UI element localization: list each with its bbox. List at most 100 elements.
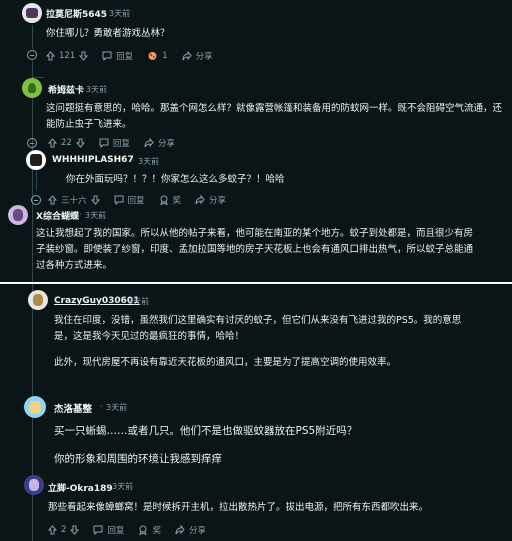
comment-body: 你住哪儿？勇敢者游戏丛林？: [46, 26, 170, 42]
downvote-icon[interactable]: [90, 195, 100, 205]
vote-count: 121: [59, 51, 76, 61]
action-bar: 三十六 回复 奖 分享: [48, 193, 240, 207]
timestamp: 3天前: [106, 403, 128, 412]
award-count: 1: [162, 51, 168, 61]
vote-group: 三十六: [48, 194, 100, 206]
comment-body: 这让我想起了我的国家。所以从他的帖子来看，他可能在南亚的某个地方。蚊子到处都是，…: [36, 226, 473, 274]
action-bar: 121 回复 1 分享: [46, 49, 227, 63]
separator-dot: ·: [132, 156, 135, 165]
share-icon: [195, 195, 205, 205]
username[interactable]: WHHHIPLASH67: [52, 155, 134, 165]
timestamp: 3天前: [112, 482, 134, 491]
separator-dot: ·: [79, 210, 82, 219]
upvote-icon[interactable]: [48, 525, 57, 535]
comment-body: 这问题挺有意思的，哈哈。那盖个网怎么样？就像露营帐篷和装备用的防蚊网一样。既不会…: [46, 101, 502, 133]
comment-body: 我住在印度，没错，虽然我们这里确实有讨厌的蚊子，但它们从来没有飞进过我的PS5。…: [54, 313, 461, 371]
comment-line: [54, 345, 461, 355]
vote-group: 121: [46, 51, 89, 61]
timestamp: 3天前: [86, 85, 108, 94]
reply-button[interactable]: 回复: [93, 524, 124, 536]
upvote-icon[interactable]: [46, 51, 55, 61]
reply-icon: [114, 195, 124, 205]
separator-dot: ·: [122, 296, 125, 305]
username[interactable]: 杰洛基整: [54, 401, 92, 415]
comment-body: 那些看起来像蟑螂窝！是时候拆开主机，拉出散热片了。拔出电源，把所有东西都吹出来。: [48, 500, 428, 516]
reply-label: 回复: [116, 52, 134, 62]
share-button[interactable]: 分享: [195, 194, 226, 206]
reply-icon: [102, 51, 112, 61]
comment-line: 是，这是我今天见过的最疯狂的事情，哈哈！: [54, 331, 245, 342]
reply-button[interactable]: 回复: [99, 137, 130, 149]
award-label: 奖: [172, 196, 182, 206]
vote-count: 2: [61, 525, 67, 535]
award-button[interactable]: 奖: [138, 524, 161, 536]
downvote-icon[interactable]: [79, 51, 89, 61]
avatar[interactable]: [28, 290, 48, 310]
collapse-thread-icon[interactable]: [27, 138, 37, 148]
avatar[interactable]: [24, 475, 44, 495]
comment-line: 过各种方式进来。: [36, 260, 113, 271]
username[interactable]: CrazyGuy030601: [54, 296, 139, 306]
timestamp: 3天前: [85, 211, 107, 220]
comment-line: 这让我想起了我的国家。所以从他的帖子来看，他可能在南亚的某个地方。蚊子到处都是，…: [36, 228, 474, 239]
separator-dot: ·: [106, 481, 109, 490]
vote-group: 2: [48, 525, 80, 535]
avatar[interactable]: [22, 3, 42, 23]
award-icon: [159, 195, 169, 205]
vote-count: 22: [61, 138, 72, 148]
separator-dot: ·: [103, 8, 106, 17]
action-bar: 2 回复 奖 分享: [48, 523, 220, 537]
avatar[interactable]: [26, 150, 46, 170]
share-button[interactable]: 分享: [175, 524, 206, 536]
share-label: 分享: [157, 139, 175, 149]
comment-line: 此外，现代房屋不再设有靠近天花板的通风口，主要是为了提高空调的使用效率。: [54, 357, 397, 368]
username[interactable]: 希姆兹卡: [48, 83, 84, 96]
award-icon: [147, 51, 158, 61]
comment-line: 你的形象和周围的环境让我感到痒痒: [54, 453, 222, 465]
thread-line: [36, 171, 37, 191]
avatar[interactable]: [8, 205, 28, 225]
comment-line: 买一只蜥蜴……或者几只。他们不是也做驱蚊器放在PS5附近吗？: [54, 425, 358, 437]
award-label: 奖: [152, 526, 161, 536]
comment-line: 能防止虫子飞进来。: [46, 119, 132, 130]
comment-line: 子装纱窗。即使装了纱窗，印度、孟加拉国等地的房子天花板上也会有通风口排出热气，所…: [36, 244, 474, 255]
reply-button[interactable]: 回复: [102, 50, 133, 62]
timestamp: 3天前: [109, 9, 131, 18]
username[interactable]: 立脚-Okra189: [48, 481, 113, 494]
share-button[interactable]: 分享: [182, 50, 213, 62]
collapse-thread-icon[interactable]: [31, 195, 41, 205]
timestamp: 3天前: [138, 157, 160, 166]
separator-dot: ·: [80, 84, 83, 93]
collapse-thread-icon[interactable]: [27, 50, 37, 60]
upvote-icon[interactable]: [48, 138, 57, 148]
share-label: 分享: [209, 196, 227, 206]
downvote-icon[interactable]: [70, 525, 80, 535]
downvote-icon[interactable]: [75, 138, 85, 148]
share-label: 分享: [195, 52, 213, 62]
award-button[interactable]: 奖: [159, 194, 182, 206]
reply-icon: [99, 138, 109, 148]
reply-icon: [93, 525, 103, 535]
share-icon: [144, 138, 154, 148]
reply-button[interactable]: 回复: [114, 194, 145, 206]
comment-line: 你在外面玩吗？！？！你家怎么这么多蚊子？！哈哈: [66, 174, 285, 185]
comment-body: 买一只蜥蜴……或者几只。他们不是也做驱蚊器放在PS5附近吗？ 你的形象和周围的环…: [54, 422, 357, 468]
share-icon: [175, 525, 185, 535]
avatar[interactable]: [24, 396, 46, 418]
award-button[interactable]: 1: [147, 51, 168, 61]
reply-label: 回复: [107, 526, 125, 536]
share-button[interactable]: 分享: [144, 137, 175, 149]
comment-line: [54, 440, 357, 450]
vote-group: 22: [48, 138, 85, 148]
username[interactable]: X综合蝴蝶: [36, 209, 79, 222]
separator-dot: ·: [100, 402, 103, 411]
share-icon: [182, 51, 192, 61]
avatar[interactable]: [22, 78, 42, 98]
comment-line: 我住在印度，没错，虽然我们这里确实有讨厌的蚊子，但它们从来没有飞进过我的PS5。…: [54, 315, 462, 326]
username[interactable]: 拉莫尼斯5645: [46, 7, 107, 20]
vote-count: 三十六: [61, 196, 87, 206]
comment-line: 这问题挺有意思的，哈哈。那盖个网怎么样？就像露营帐篷和装备用的防蚊网一样。既不会…: [46, 103, 503, 114]
reply-label: 回复: [112, 139, 130, 149]
upvote-icon[interactable]: [48, 195, 57, 205]
award-icon: [138, 525, 148, 535]
